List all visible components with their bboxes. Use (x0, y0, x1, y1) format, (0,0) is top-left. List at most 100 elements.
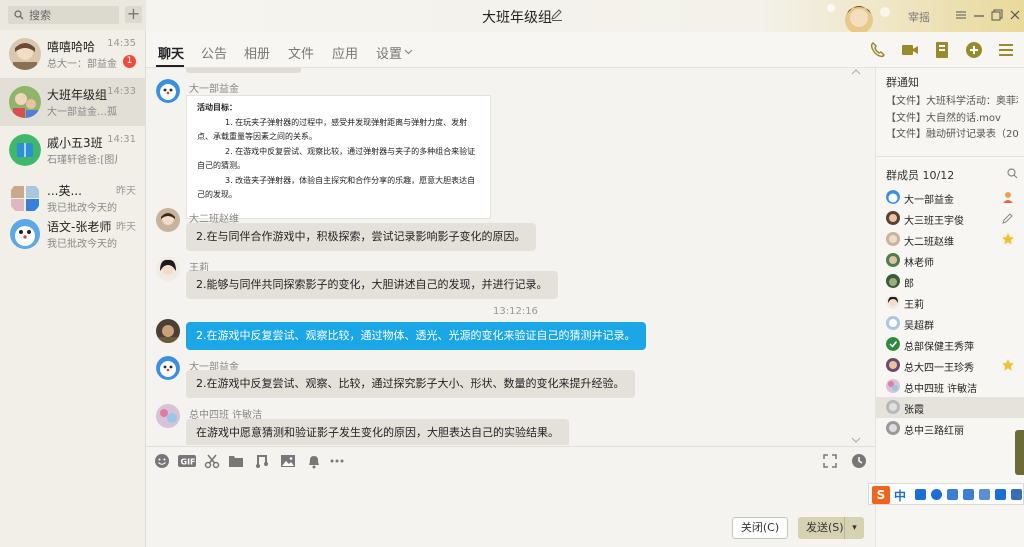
expand-icon[interactable] (822, 453, 838, 469)
scroll-down-icon[interactable] (851, 436, 861, 444)
doc-line: 1. 在玩夹子弹射器的过程中，感受并发现弹射距离与弹射力度、发射点、承载重量等因… (197, 117, 468, 142)
message-bubble[interactable]: 在游戏中愿意猜测和验证影子发生变化的原因，大胆表达自己的实验结果。 (186, 419, 569, 445)
add-app-icon[interactable] (964, 40, 984, 60)
star-icon (1002, 233, 1014, 245)
avatar[interactable] (156, 208, 180, 232)
group-info-panel: 群通知 【文件】大班科学活动：奥菲利... 【文件】大自然的话.mov 【文件】… (875, 68, 1024, 547)
avatar (886, 232, 900, 246)
emoji-icon[interactable] (154, 453, 170, 469)
message-input[interactable]: 关闭(C) 发送(S) ▾ (146, 474, 875, 547)
ime-toolbar[interactable]: S 中 (868, 483, 1024, 505)
folder-icon[interactable] (228, 453, 244, 469)
image-message[interactable]: 活动目标： 1. 在玩夹子弹射器的过程中，感受并发现弹射距离与弹射力度、发射点、… (186, 95, 491, 219)
screen-share-icon[interactable] (932, 40, 952, 60)
video-call-icon[interactable] (900, 40, 920, 60)
scroll-up-icon[interactable] (851, 68, 861, 76)
member-item[interactable]: 吴超群 (876, 313, 1024, 334)
message-bubble[interactable]: 2.在游戏中反复尝试、观察比较，通过物体、透光、光源的变化来验证自己的猜测并记录… (186, 322, 646, 350)
member-item[interactable]: 郎 (876, 271, 1024, 292)
star-icon (1002, 359, 1014, 371)
gif-icon[interactable]: GIF (178, 453, 196, 469)
avatar[interactable] (156, 79, 180, 103)
more-options-icon[interactable] (996, 40, 1016, 60)
search-input[interactable]: 搜索 (8, 6, 119, 24)
conversation-preview: 总大一：部益金... (47, 59, 117, 70)
keyboard-icon[interactable] (963, 489, 974, 500)
conversation-item[interactable]: 嘻嘻哈哈 14:35 总大一：部益金... 1 (0, 30, 146, 78)
close-window-icon[interactable] (1008, 8, 1022, 22)
avatar[interactable] (156, 404, 180, 428)
notice-title: 群通知 (886, 76, 919, 89)
create-chat-button[interactable]: + (125, 6, 142, 23)
search-icon (14, 10, 24, 20)
member-item[interactable]: 大二班赵维 (876, 229, 1024, 250)
image-icon[interactable] (280, 453, 296, 469)
member-item[interactable]: 总中四班 许敏洁 (876, 376, 1024, 397)
member-item[interactable]: 总中三路红丽 (876, 418, 1024, 439)
edit-title-icon[interactable] (550, 8, 564, 22)
toolbox-icon[interactable] (979, 489, 990, 500)
more-icon[interactable] (329, 453, 345, 469)
active-tab-indicator (156, 65, 184, 67)
input-toolbar: GIF (146, 446, 875, 474)
notice-item[interactable]: 【文件】大自然的话.mov (886, 109, 1018, 124)
tab-chat[interactable]: 聊天 (158, 43, 184, 62)
conversation-sidebar: 搜索 + 嘻嘻哈哈 14:35 总大一：部益金... 1 大班年级组 14:33… (0, 0, 146, 547)
member-item[interactable]: 总部保健王秀萍 (876, 334, 1024, 355)
chat-message-area[interactable]: 大一部益金 活动目标： 1. 在玩夹子弹射器的过程中，感受并发现弹射距离与弹射力… (146, 68, 864, 445)
member-item[interactable]: 王莉 (876, 292, 1024, 313)
tab-apps[interactable]: 应用 (332, 43, 358, 62)
conversation-item[interactable]: 大班年级组 14:33 大一部益金…孤娃 (0, 78, 146, 126)
restore-icon[interactable] (990, 8, 1004, 22)
menu-icon[interactable] (954, 8, 968, 22)
tab-album[interactable]: 相册 (244, 43, 270, 62)
tab-files[interactable]: 文件 (288, 43, 314, 62)
avatar[interactable] (156, 319, 180, 343)
member-item[interactable]: 林老师 (876, 250, 1024, 271)
tab-notice[interactable]: 公告 (201, 43, 227, 62)
member-search-icon[interactable] (1007, 168, 1018, 179)
chevron-down-icon[interactable] (404, 47, 413, 56)
notice-item[interactable]: 【文件】融动研讨记录表（2022... (886, 125, 1018, 140)
member-name: 总大四一王珍秀 (904, 363, 974, 374)
member-item[interactable]: 张霞 (876, 397, 1024, 418)
screenshot-scissors-icon[interactable] (204, 453, 220, 469)
member-item[interactable]: 大三班王宇俊 (876, 208, 1024, 229)
message-bubble[interactable]: 2.在与同伴合作游戏中，积极探索，尝试记录影响影子变化的原因。 (186, 223, 536, 251)
avatar[interactable] (156, 356, 180, 380)
conversation-item[interactable]: 语文-张老师 昨天 我已批改今天的作业 (0, 210, 146, 258)
ime-language-indicator[interactable]: 中 (894, 487, 906, 504)
bell-icon[interactable] (306, 453, 322, 469)
notice-item[interactable]: 【文件】大班科学活动：奥菲利... (886, 92, 1018, 107)
voice-icon[interactable] (947, 489, 958, 500)
member-item[interactable]: 大一部益金 (876, 187, 1024, 208)
grid-menu-icon[interactable] (1011, 489, 1022, 500)
phone-call-icon[interactable] (868, 40, 888, 60)
music-icon[interactable] (254, 453, 270, 469)
member-item[interactable]: 总大四一王珍秀 (876, 355, 1024, 376)
avatar[interactable] (156, 257, 180, 281)
search-placeholder: 搜索 (29, 9, 51, 22)
history-clock-icon[interactable] (851, 453, 867, 469)
desktop-widget-edge (1015, 430, 1024, 475)
message-bubble[interactable]: 2.能够与同伴共同探索影子的变化，大胆讲述自己的发现，并进行记录。 (186, 271, 558, 299)
minimize-icon[interactable] (972, 8, 986, 22)
message-bubble[interactable]: 2.在游戏中反复尝试、观察、比较，通过探究影子大小、形状、数量的变化来提升经验。 (186, 370, 635, 398)
account-name[interactable]: 宰摇 (908, 9, 930, 25)
close-button[interactable]: 关闭(C) (732, 517, 788, 539)
sogou-logo-icon: S (872, 486, 890, 504)
conversation-time: 14:33 (107, 86, 136, 97)
skin-icon[interactable] (995, 489, 1006, 500)
conversation-name: 戚小五3班 (47, 136, 103, 150)
divider (876, 156, 1024, 157)
title-bar: 大班年级组 宰摇 (146, 0, 1024, 32)
send-button[interactable]: 发送(S) ▾ (798, 517, 864, 539)
tab-settings[interactable]: 设置 (376, 43, 402, 62)
punctuation-icon[interactable] (915, 489, 926, 500)
send-options-chevron-icon[interactable]: ▾ (844, 517, 864, 539)
emoji-icon[interactable] (931, 489, 942, 500)
doc-line: 2. 在游戏中反复尝试、观察比较，通过弹射器与夹子的多种组合来验证自己的猜测。 (197, 146, 476, 171)
conversation-item[interactable]: 戚小五3班 14:31 石瑾轩爸爸:[图片] (0, 126, 146, 174)
member-name: 大三班王宇俊 (904, 216, 964, 227)
conversation-time: 昨天 (116, 186, 136, 197)
